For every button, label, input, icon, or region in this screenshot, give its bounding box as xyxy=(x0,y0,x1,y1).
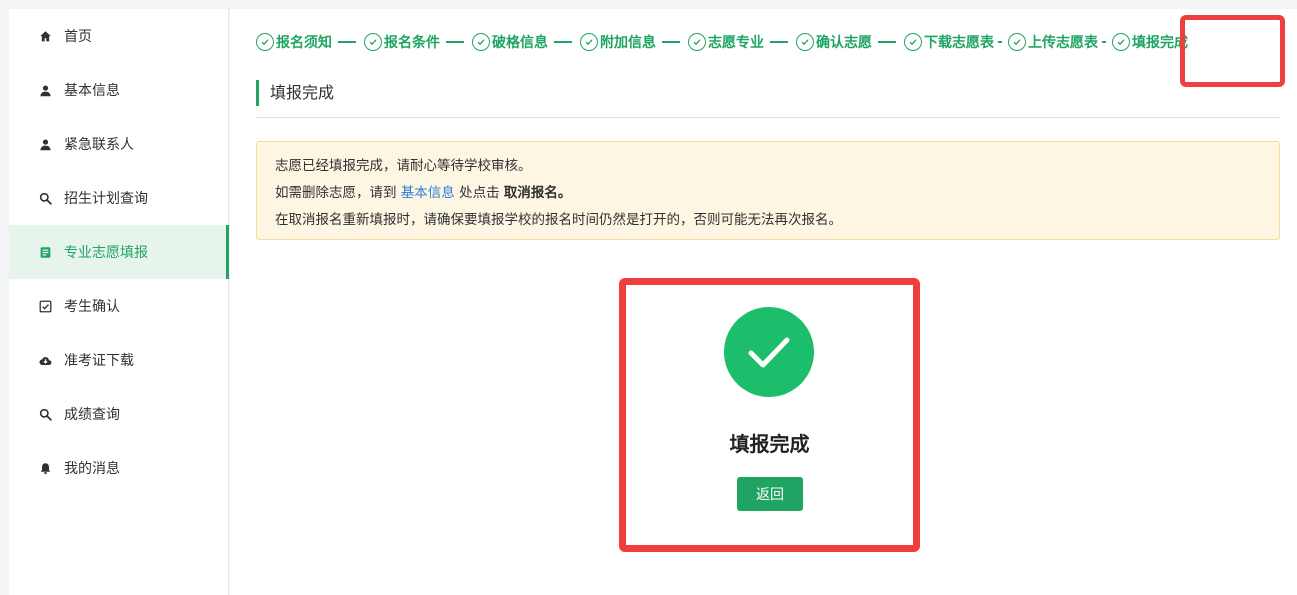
sidebar-item-label: 考生确认 xyxy=(64,299,120,315)
success-check-icon xyxy=(724,307,814,397)
sidebar-item-basic-info[interactable]: 基本信息 xyxy=(9,63,229,117)
sidebar-item-label: 专业志愿填报 xyxy=(64,245,148,261)
step-connector xyxy=(1102,41,1106,43)
notice-line-2: 如需删除志愿，请到 基本信息 处点击 取消报名。 xyxy=(275,180,1261,207)
check-circle-icon xyxy=(580,33,598,51)
sidebar-item-label: 招生计划查询 xyxy=(64,191,148,207)
sidebar-item-candidate-confirm[interactable]: 考生确认 xyxy=(9,279,229,333)
check-circle-icon xyxy=(1008,33,1026,51)
cancel-registration-text: 取消报名。 xyxy=(503,185,572,201)
step-connector xyxy=(998,41,1002,43)
progress-steps: 报名须知 报名条件 破格信息 附加信息 志愿专业 确认志愿 下载志愿表 上传志愿… xyxy=(256,28,1188,56)
step-9[interactable]: 填报完成 xyxy=(1112,32,1188,52)
step-label: 附加信息 xyxy=(600,35,656,51)
cloud-download-icon xyxy=(39,354,52,367)
search-icon xyxy=(39,408,52,421)
sidebar-item-enrollment-plan[interactable]: 招生计划查询 xyxy=(9,171,229,225)
step-label: 上传志愿表 xyxy=(1028,35,1098,51)
notice-line-3: 在取消报名重新填报时，请确保要填报学校的报名时间仍然是打开的，否则可能无法再次报… xyxy=(275,212,842,228)
sidebar-item-label: 基本信息 xyxy=(64,83,120,99)
sidebar-item-label: 我的消息 xyxy=(64,461,120,477)
notice-line-1: 志愿已经填报完成，请耐心等待学校审核。 xyxy=(275,158,532,174)
main-content: 报名须知 报名条件 破格信息 附加信息 志愿专业 确认志愿 下载志愿表 上传志愿… xyxy=(230,9,1297,595)
step-3[interactable]: 破格信息 xyxy=(472,32,580,52)
check-circle-icon xyxy=(364,33,382,51)
notice-line-2-prefix: 如需删除志愿，请到 xyxy=(275,185,397,201)
notice-line-2-middle: 处点击 xyxy=(459,185,500,201)
step-label: 下载志愿表 xyxy=(924,35,994,51)
step-connector xyxy=(338,41,356,43)
step-8[interactable]: 上传志愿表 xyxy=(1008,32,1112,52)
check-circle-icon xyxy=(1112,33,1130,51)
bell-icon xyxy=(39,462,52,475)
step-1[interactable]: 报名须知 xyxy=(256,32,364,52)
basic-info-link[interactable]: 基本信息 xyxy=(401,185,455,201)
home-icon xyxy=(39,30,52,43)
result-title: 填报完成 xyxy=(729,432,810,456)
sidebar: 首页 基本信息 紧急联系人 招生计划查询 专业志愿填报 考生确认 准考证下载 成… xyxy=(9,9,229,595)
step-4[interactable]: 附加信息 xyxy=(580,32,688,52)
step-label: 报名须知 xyxy=(276,35,332,51)
sidebar-item-label: 准考证下载 xyxy=(64,353,134,369)
check-circle-icon xyxy=(796,33,814,51)
step-connector xyxy=(446,41,464,43)
step-connector xyxy=(554,41,572,43)
checkbox-icon xyxy=(39,300,52,313)
step-connector xyxy=(770,41,788,43)
sidebar-item-major-application[interactable]: 专业志愿填报 xyxy=(9,225,229,279)
step-5[interactable]: 志愿专业 xyxy=(688,32,796,52)
highlight-box-current-step xyxy=(1180,15,1285,87)
sidebar-item-label: 成绩查询 xyxy=(64,407,120,423)
page-title: 填报完成 xyxy=(256,80,334,106)
sidebar-item-home[interactable]: 首页 xyxy=(9,9,229,63)
document-icon xyxy=(39,246,52,259)
step-7[interactable]: 下载志愿表 xyxy=(904,32,1008,52)
sidebar-item-my-messages[interactable]: 我的消息 xyxy=(9,441,229,495)
notice-alert: 志愿已经填报完成，请耐心等待学校审核。 如需删除志愿，请到 基本信息 处点击 取… xyxy=(256,141,1280,240)
search-icon xyxy=(39,192,52,205)
step-label: 确认志愿 xyxy=(816,35,872,51)
check-circle-icon xyxy=(256,33,274,51)
sidebar-item-admission-ticket[interactable]: 准考证下载 xyxy=(9,333,229,387)
check-circle-icon xyxy=(472,33,490,51)
step-connector xyxy=(662,41,680,43)
step-label: 报名条件 xyxy=(384,35,440,51)
step-label: 填报完成 xyxy=(1132,35,1188,51)
sidebar-item-label: 紧急联系人 xyxy=(64,137,134,153)
step-6[interactable]: 确认志愿 xyxy=(796,32,904,52)
page: 首页 基本信息 紧急联系人 招生计划查询 专业志愿填报 考生确认 准考证下载 成… xyxy=(0,0,1297,595)
step-connector xyxy=(878,41,896,43)
sidebar-item-emergency-contact[interactable]: 紧急联系人 xyxy=(9,117,229,171)
divider xyxy=(256,117,1280,118)
step-label: 破格信息 xyxy=(492,35,548,51)
sidebar-item-label: 首页 xyxy=(64,29,92,45)
result-panel: 填报完成 返回 xyxy=(619,278,920,552)
back-button[interactable]: 返回 xyxy=(737,477,803,511)
check-circle-icon xyxy=(904,33,922,51)
step-2[interactable]: 报名条件 xyxy=(364,32,472,52)
sidebar-item-score-query[interactable]: 成绩查询 xyxy=(9,387,229,441)
user-icon xyxy=(39,84,52,97)
check-circle-icon xyxy=(688,33,706,51)
user-icon xyxy=(39,138,52,151)
step-label: 志愿专业 xyxy=(708,35,764,51)
